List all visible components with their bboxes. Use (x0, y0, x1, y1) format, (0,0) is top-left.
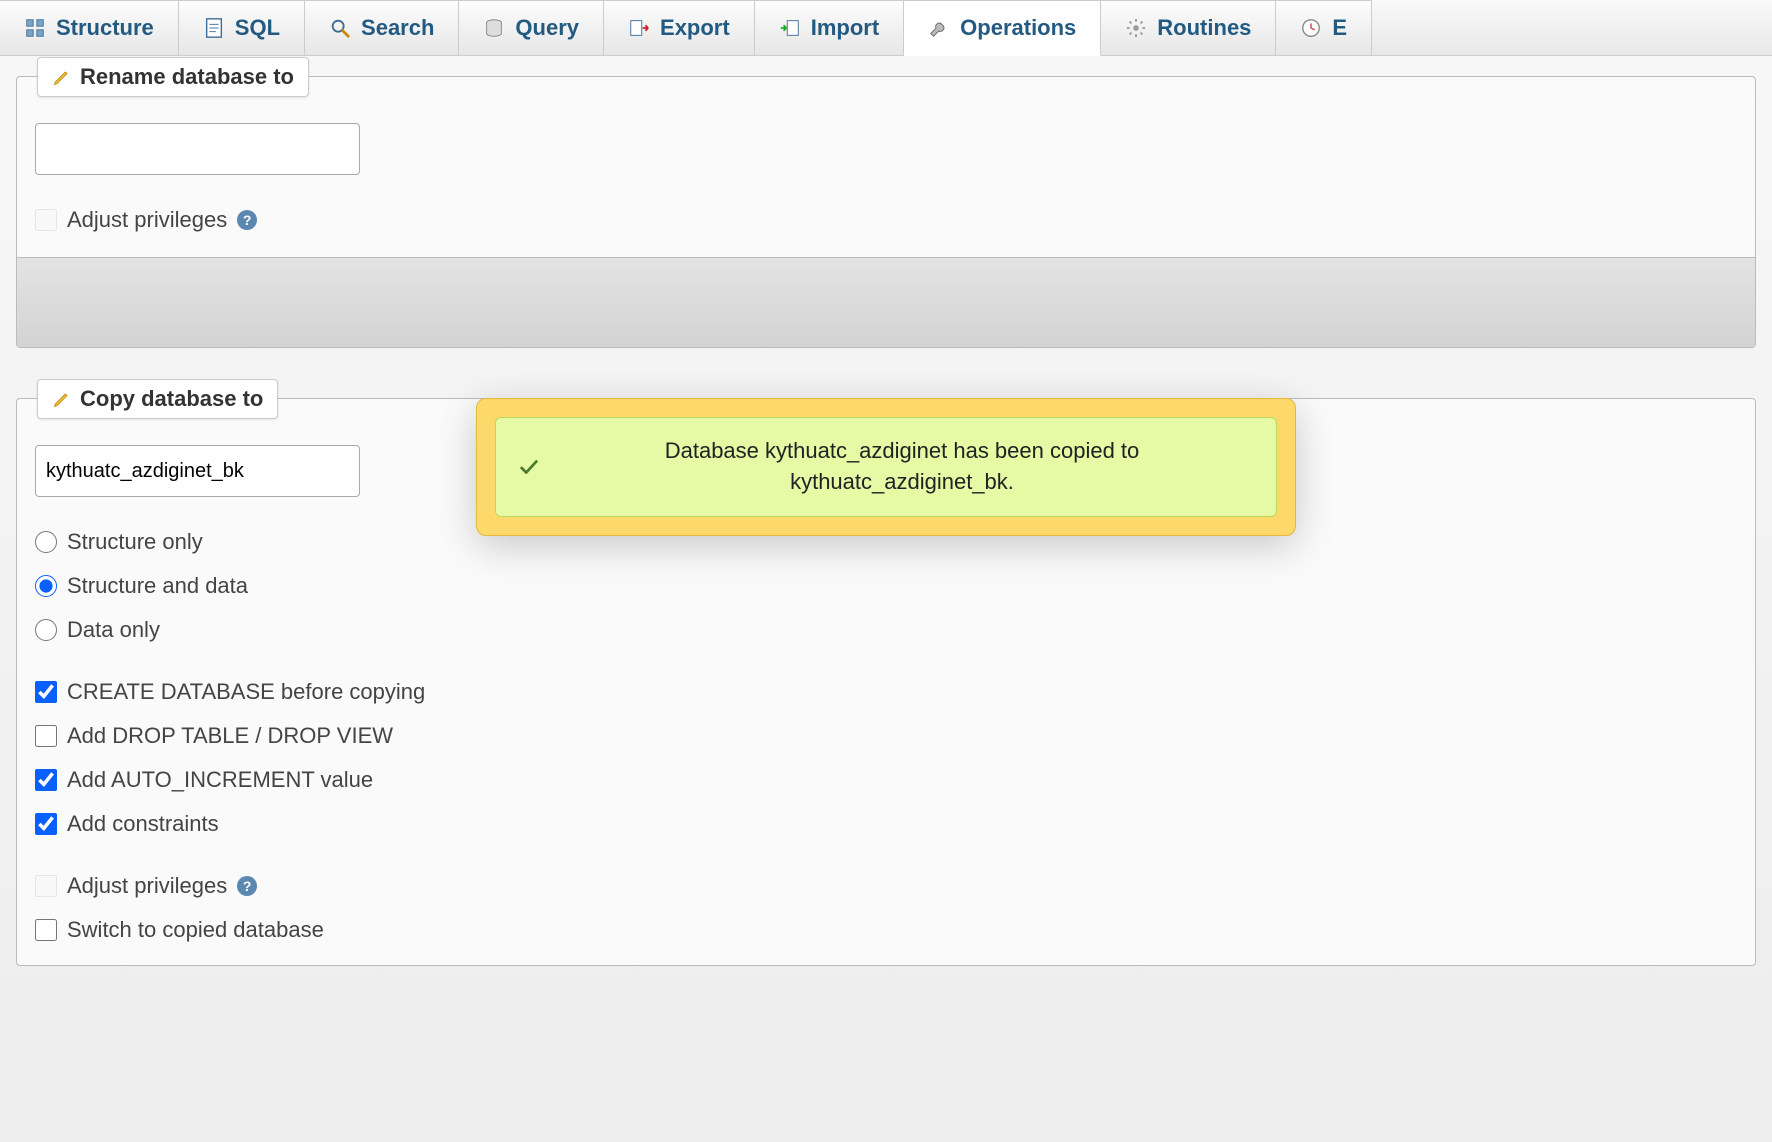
radio-label: Data only (67, 617, 160, 643)
pencil-icon (52, 389, 72, 409)
checkbox-label: CREATE DATABASE before copying (67, 679, 425, 705)
tab-label: Routines (1157, 15, 1251, 41)
wrench-icon (928, 17, 950, 39)
checkbox-constraints[interactable] (35, 813, 57, 835)
checkbox-adjust-privileges (35, 875, 57, 897)
sql-icon (203, 17, 225, 39)
query-icon (483, 17, 505, 39)
tab-label: Export (660, 15, 730, 41)
tab-sql[interactable]: SQL (179, 0, 305, 55)
tab-operations[interactable]: Operations (904, 0, 1101, 56)
checkbox-label: Add AUTO_INCREMENT value (67, 767, 373, 793)
search-icon (329, 17, 351, 39)
tab-query[interactable]: Query (459, 0, 604, 55)
rename-adjust-privileges-checkbox (35, 209, 57, 231)
clock-icon (1300, 17, 1322, 39)
tab-export[interactable]: Export (604, 0, 755, 55)
checkbox-drop[interactable] (35, 725, 57, 747)
rename-input[interactable] (35, 123, 360, 175)
copy-legend-text: Copy database to (80, 386, 263, 412)
checkbox-label: Switch to copied database (67, 917, 324, 943)
radio-label: Structure only (67, 529, 203, 555)
go-bar (17, 257, 1755, 347)
tab-events[interactable]: E (1276, 0, 1372, 55)
tab-label: Operations (960, 15, 1076, 41)
checkbox-label: Adjust privileges (67, 873, 227, 899)
tab-label: Structure (56, 15, 154, 41)
tab-label: Import (811, 15, 879, 41)
help-icon[interactable]: ? (237, 210, 257, 230)
radio-label: Structure and data (67, 573, 248, 599)
radio-data-only[interactable] (35, 619, 57, 641)
checkbox-create-db[interactable] (35, 681, 57, 703)
tab-routines[interactable]: Routines (1101, 0, 1276, 55)
tab-bar: Structure SQL Search Query Export Import… (0, 0, 1772, 56)
pencil-icon (52, 67, 72, 87)
import-icon (779, 17, 801, 39)
checkmark-icon (518, 456, 540, 478)
gear-icon (1125, 17, 1147, 39)
tab-label: Query (515, 15, 579, 41)
adjust-privileges-label: Adjust privileges (67, 207, 227, 233)
rename-database-section: Rename database to Adjust privileges ? (16, 76, 1756, 348)
rename-legend-text: Rename database to (80, 64, 294, 90)
checkbox-autoinc[interactable] (35, 769, 57, 791)
notification-text: Database kythuatc_azdiginet has been cop… (550, 436, 1254, 498)
tab-label: E (1332, 15, 1347, 41)
tab-label: Search (361, 15, 434, 41)
radio-structure-and-data[interactable] (35, 575, 57, 597)
tab-search[interactable]: Search (305, 0, 459, 55)
tab-structure[interactable]: Structure (0, 0, 179, 55)
checkbox-label: Add constraints (67, 811, 219, 837)
structure-icon (24, 17, 46, 39)
checkbox-label: Add DROP TABLE / DROP VIEW (67, 723, 393, 749)
success-notification: Database kythuatc_azdiginet has been cop… (476, 398, 1296, 536)
rename-legend: Rename database to (37, 57, 309, 97)
checkbox-switch[interactable] (35, 919, 57, 941)
copy-legend: Copy database to (37, 379, 278, 419)
help-icon[interactable]: ? (237, 876, 257, 896)
copy-input[interactable] (35, 445, 360, 497)
export-icon (628, 17, 650, 39)
notification-inner: Database kythuatc_azdiginet has been cop… (495, 417, 1277, 517)
tab-label: SQL (235, 15, 280, 41)
radio-structure-only[interactable] (35, 531, 57, 553)
tab-import[interactable]: Import (755, 0, 904, 55)
